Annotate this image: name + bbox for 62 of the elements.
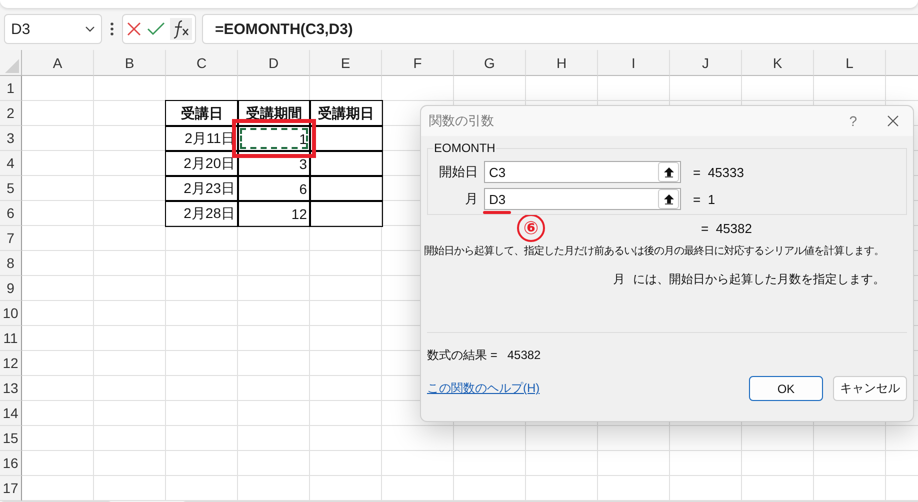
row-header[interactable]: 14 (0, 401, 22, 426)
row-header[interactable]: 6 (0, 201, 22, 226)
help-button[interactable]: ? (849, 113, 857, 129)
table-cell[interactable]: 2月20日 (166, 151, 238, 176)
table-cell[interactable] (310, 176, 382, 201)
insert-function-icon[interactable] (170, 18, 192, 40)
table-cell[interactable]: 2月23日 (166, 176, 238, 201)
row-header[interactable]: 4 (0, 151, 22, 176)
row-header[interactable]: 8 (0, 251, 22, 276)
row-header[interactable]: 10 (0, 301, 22, 326)
collapse-dialog-button[interactable] (658, 162, 679, 182)
argument-label: 開始日 (438, 163, 479, 181)
cancel-icon[interactable] (126, 21, 142, 37)
table-cell[interactable]: 12 (238, 201, 310, 226)
underline-mark (483, 211, 511, 214)
table-cell[interactable]: 2月28日 (166, 201, 238, 226)
row-header[interactable]: 7 (0, 226, 22, 251)
table-cell[interactable] (310, 126, 382, 151)
argument-field[interactable]: C3 (484, 161, 681, 183)
function-name: EOMONTH (433, 141, 496, 155)
argument-name: 月 (613, 271, 625, 288)
row-header[interactable]: 16 (0, 451, 22, 476)
argument-label: 月 (464, 190, 479, 208)
row-header[interactable]: 3 (0, 126, 22, 151)
ok-button[interactable]: OK (749, 376, 823, 401)
function-result: = 45382 (701, 220, 752, 236)
row-header[interactable]: 13 (0, 376, 22, 401)
row-header[interactable]: 12 (0, 351, 22, 376)
row-header[interactable]: 5 (0, 176, 22, 201)
table-cell[interactable] (310, 151, 382, 176)
argument-description: には、開始日から起算した月数を指定します。 (633, 271, 885, 288)
row-header[interactable]: 1 (0, 76, 22, 101)
checkmark-icon[interactable] (146, 21, 165, 37)
row-header[interactable]: 9 (0, 276, 22, 301)
table-cell[interactable]: 受講日 (166, 101, 238, 126)
chevron-down-icon (85, 26, 95, 32)
row-header[interactable]: 2 (0, 101, 22, 126)
row-header[interactable]: 15 (0, 426, 22, 451)
argument-field[interactable]: D3 (484, 188, 681, 210)
collapse-dialog-button[interactable] (658, 189, 679, 209)
dialog-title: 関数の引数 (429, 112, 495, 130)
name-box[interactable]: D3 (4, 14, 102, 44)
cancel-button[interactable]: キャンセル (833, 376, 907, 401)
row-header[interactable]: 17 (0, 476, 22, 501)
argument-result: = 45333 (693, 164, 744, 180)
table-cell[interactable] (310, 201, 382, 226)
close-icon[interactable] (887, 115, 899, 127)
formula-result: 数式の結果 = 45382 (427, 347, 542, 364)
copy-marquee (240, 128, 308, 149)
argument-result: = 1 (693, 192, 716, 206)
table-cell[interactable]: 受講期日 (310, 101, 382, 126)
table-cell[interactable]: 1 (238, 126, 310, 151)
row-header[interactable]: 11 (0, 326, 22, 351)
table-cell[interactable]: 3 (238, 151, 310, 176)
formula-input[interactable]: =EOMONTH(C3,D3) (202, 14, 918, 44)
help-link[interactable]: この関数のヘルプ(H) (427, 380, 739, 397)
up-arrow-icon (664, 194, 674, 204)
more-options-icon[interactable] (110, 22, 114, 36)
table-cell[interactable]: 6 (238, 176, 310, 201)
function-description: 開始日から起算して、指定した月だけ前あるいは後の月の最終日に対応するシリアル値を計算します。 (424, 244, 884, 259)
up-arrow-icon (664, 166, 674, 178)
step-number: ⑥ (517, 214, 545, 242)
